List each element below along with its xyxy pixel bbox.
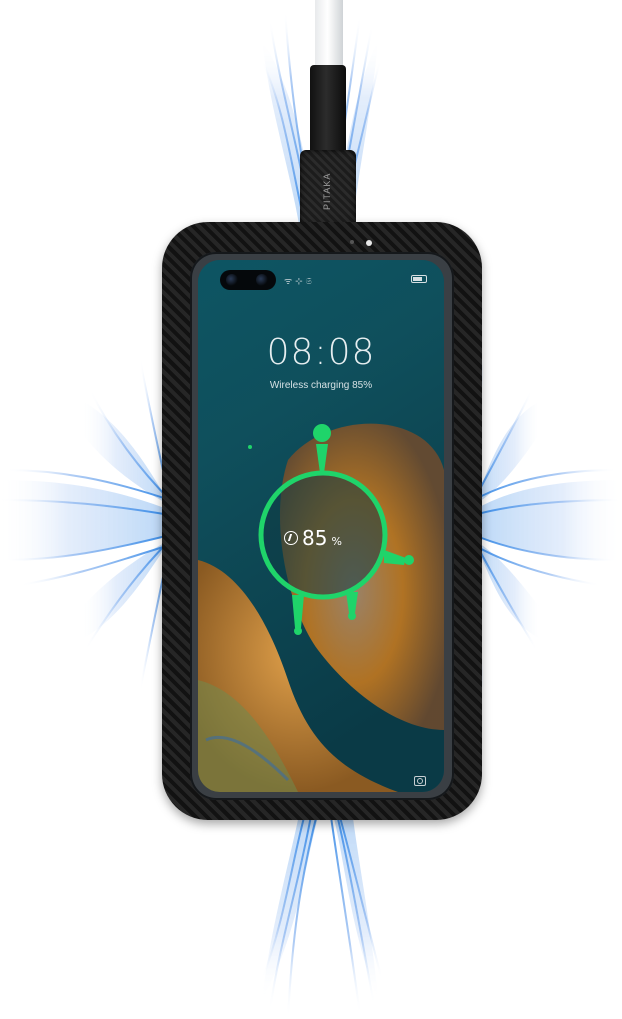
wireless-charging-icon [284,531,298,545]
status-bar-icons: ᯤ ⊹ 𝔖 [284,277,312,287]
front-camera-cutout [220,270,276,290]
front-camera-lens [226,274,238,286]
charging-bubble [313,424,331,442]
microphone-hole [350,240,354,244]
cable-brand-label: PITAKA [322,172,332,210]
charging-bubble-small [248,445,252,449]
battery-icon [411,275,427,283]
battery-percentage: 85 % [284,523,374,553]
battery-percent-sign: % [331,534,342,548]
product-render: PITAKA ᯤ ⊹ 𝔖 08:08 Wireless charging 85%… [0,0,622,1019]
battery-percent-number: 85 [302,526,328,550]
lockscreen-clock: 08:08 [266,332,376,373]
case-led-dot [366,240,372,246]
phone-screen[interactable]: ᯤ ⊹ 𝔖 08:08 Wireless charging 85% 85 % [198,260,444,792]
camera-icon[interactable] [414,776,426,786]
charging-status-text: Wireless charging 85% [269,380,373,391]
depth-sensor-lens [256,274,268,286]
